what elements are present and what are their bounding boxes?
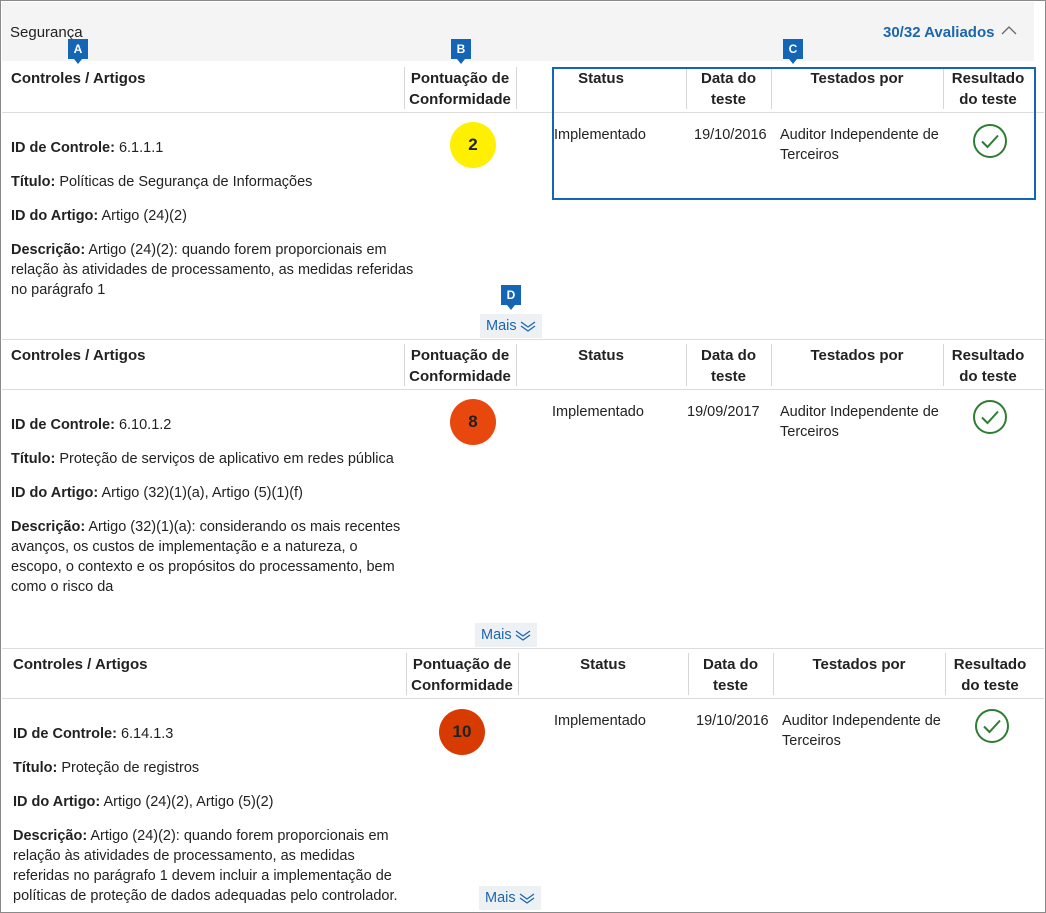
compliance-score-badge: 8 bbox=[450, 399, 496, 445]
section-header[interactable]: Segurança 30/32 Avaliados bbox=[2, 2, 1034, 61]
highlight-box-status-columns bbox=[552, 67, 1036, 200]
header-test-result: Resultado do teste bbox=[951, 347, 1025, 385]
test-date-value: 19/09/2017 bbox=[687, 404, 760, 420]
control-description: Descrição: Artigo (32)(1)(a): consideran… bbox=[11, 519, 401, 595]
article-id: ID do Artigo: Artigo (32)(1)(a), Artigo … bbox=[11, 485, 303, 501]
callout-marker-d: D bbox=[501, 285, 521, 310]
compliance-score-badge: 10 bbox=[439, 709, 485, 755]
header-controls: Controles / Artigos bbox=[11, 70, 146, 87]
header-tested-by: Testados por bbox=[812, 656, 906, 673]
callout-marker-b: B bbox=[451, 39, 471, 64]
control-id: ID de Controle: 6.10.1.2 bbox=[11, 417, 172, 433]
evaluated-count-link[interactable]: 30/32 Avaliados bbox=[883, 24, 994, 41]
status-value: Implementado bbox=[552, 404, 644, 420]
control-description: Descrição: Artigo (24)(2): quando forem … bbox=[11, 242, 414, 298]
header-test-date: Data do teste bbox=[702, 656, 758, 694]
more-button[interactable]: Mais bbox=[479, 886, 541, 910]
callout-marker-a: A bbox=[68, 39, 88, 64]
chevron-up-icon[interactable] bbox=[1001, 24, 1017, 36]
more-button[interactable]: Mais bbox=[480, 314, 542, 338]
header-score: Pontuação de Conformidade bbox=[411, 656, 513, 694]
control-description: Descrição: Artigo (24)(2): quando forem … bbox=[13, 828, 398, 904]
control-id: ID de Controle: 6.1.1.1 bbox=[11, 140, 164, 156]
header-score: Pontuação de Conformidade bbox=[409, 70, 511, 108]
header-score: Pontuação de Conformidade bbox=[409, 347, 511, 385]
chevron-double-down-icon bbox=[515, 630, 531, 641]
compliance-score-badge: 2 bbox=[450, 122, 496, 168]
control-title: Título: Proteção de serviços de aplicati… bbox=[11, 451, 394, 467]
header-controls: Controles / Artigos bbox=[11, 347, 146, 364]
callout-marker-c: C bbox=[783, 39, 803, 64]
article-id: ID do Artigo: Artigo (24)(2) bbox=[11, 208, 187, 224]
chevron-double-down-icon bbox=[520, 321, 536, 332]
header-status: Status bbox=[580, 656, 626, 673]
more-button[interactable]: Mais bbox=[475, 623, 537, 647]
compliance-panel: Segurança 30/32 Avaliados Controles / Ar… bbox=[0, 0, 1046, 913]
header-tested-by: Testados por bbox=[810, 347, 904, 364]
test-date-value: 19/10/2016 bbox=[696, 713, 769, 729]
control-title: Título: Políticas de Segurança de Inform… bbox=[11, 174, 313, 190]
status-value: Implementado bbox=[554, 713, 646, 729]
control-id: ID de Controle: 6.14.1.3 bbox=[13, 726, 174, 742]
check-circle-icon bbox=[975, 709, 1009, 743]
check-circle-icon bbox=[973, 400, 1007, 434]
header-status: Status bbox=[578, 347, 624, 364]
header-test-result: Resultado do teste bbox=[953, 656, 1027, 694]
chevron-double-down-icon bbox=[519, 893, 535, 904]
tested-by-value: Auditor Independente de Terceiros bbox=[782, 713, 941, 749]
control-title: Título: Proteção de registros bbox=[13, 760, 200, 776]
tested-by-value: Auditor Independente de Terceiros bbox=[780, 404, 939, 440]
header-controls: Controles / Artigos bbox=[13, 656, 148, 673]
article-id: ID do Artigo: Artigo (24)(2), Artigo (5)… bbox=[13, 794, 274, 810]
header-test-date: Data do teste bbox=[700, 347, 756, 385]
